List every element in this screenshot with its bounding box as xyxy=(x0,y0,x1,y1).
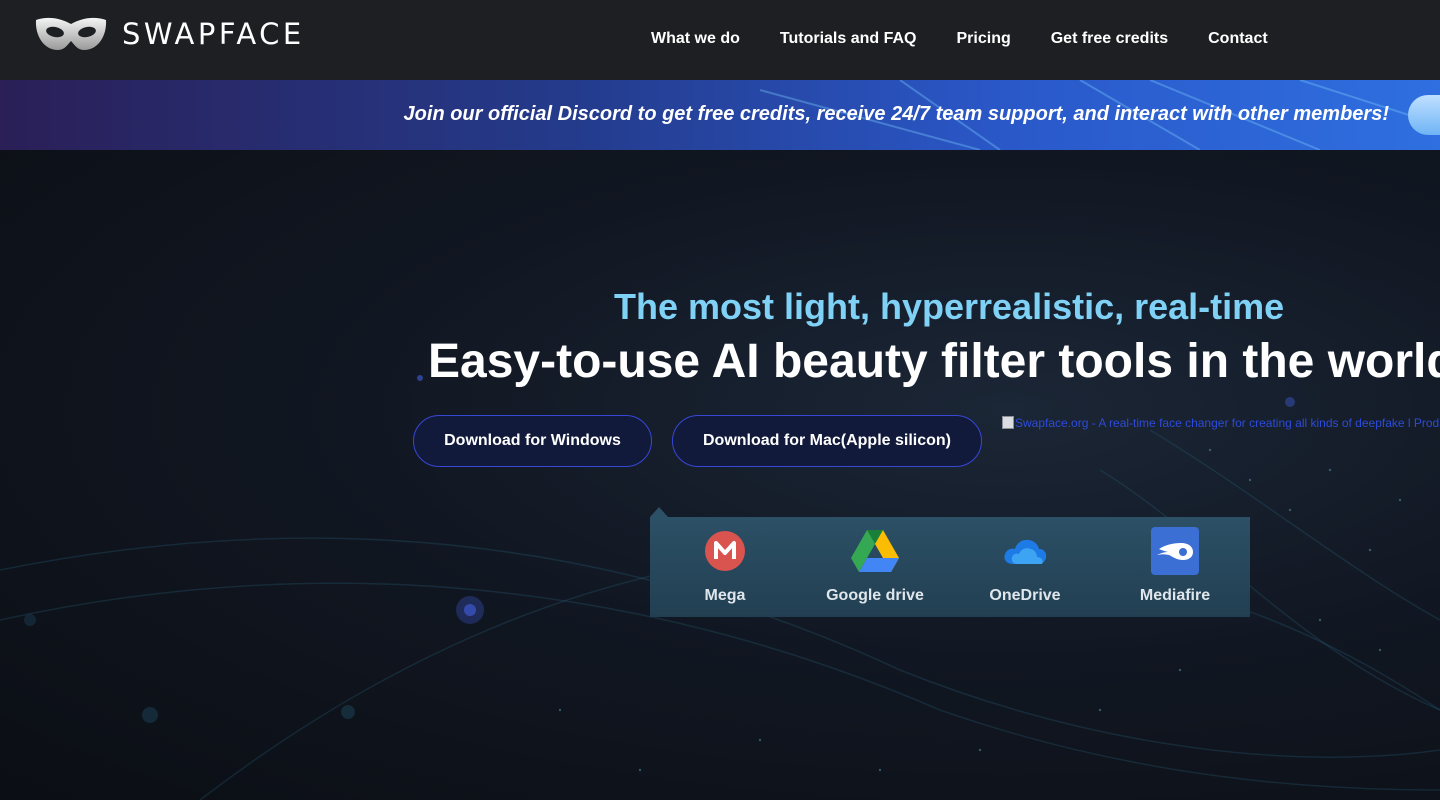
nav-pricing[interactable]: Pricing xyxy=(957,30,1011,48)
nav-what-we-do[interactable]: What we do xyxy=(651,30,740,48)
mirror-label: Mega xyxy=(704,587,746,604)
discord-banner-text: Join our official Discord to get free cr… xyxy=(403,103,1389,125)
mirror-label: Mediafire xyxy=(1139,587,1211,604)
mirror-mediafire[interactable]: Mediafire xyxy=(1100,527,1250,605)
brand-logo[interactable]: SWAPFACE xyxy=(34,14,305,54)
top-navigation: SWAPFACE What we do Tutorials and FAQ Pr… xyxy=(0,0,1440,80)
mirror-google-drive[interactable]: Google drive xyxy=(800,527,950,605)
discord-banner: Join our official Discord to get free cr… xyxy=(0,80,1440,150)
nav-get-free-credits[interactable]: Get free credits xyxy=(1051,30,1168,48)
mediafire-icon xyxy=(1151,527,1199,575)
mirror-label: OneDrive xyxy=(989,587,1061,604)
hero-section: The most light, hyperrealistic, real-tim… xyxy=(0,150,1440,800)
hero-title: Easy-to-use AI beauty filter tools in th… xyxy=(428,335,1440,388)
mirror-onedrive[interactable]: OneDrive xyxy=(950,527,1100,605)
nav-contact[interactable]: Contact xyxy=(1208,30,1268,48)
particle-background-decoration xyxy=(0,375,1440,800)
brand-name: SWAPFACE xyxy=(122,17,305,51)
broken-image-icon xyxy=(1002,416,1014,429)
mask-logo-icon xyxy=(35,17,107,51)
mirror-label: Google drive xyxy=(826,587,924,604)
download-windows-button[interactable]: Download for Windows xyxy=(413,415,652,467)
mirror-mega[interactable]: Mega xyxy=(650,527,800,605)
onedrive-icon xyxy=(1001,527,1049,575)
mirror-panel-pointer xyxy=(650,507,668,517)
mega-icon xyxy=(701,527,749,575)
download-mirrors-panel: Mega Google drive OneDrive Mediafire xyxy=(650,517,1250,617)
discord-join-button[interactable] xyxy=(1408,95,1440,135)
google-drive-icon xyxy=(851,527,899,575)
nav-menu: What we do Tutorials and FAQ Pricing Get… xyxy=(651,30,1308,48)
hero-subtitle: The most light, hyperrealistic, real-tim… xyxy=(614,286,1285,327)
nav-tutorials-faq[interactable]: Tutorials and FAQ xyxy=(780,30,917,48)
product-hunt-badge-link[interactable]: Swapface.org - A real-time face changer … xyxy=(1002,416,1440,432)
product-hunt-badge-alt-text: Swapface.org - A real-time face changer … xyxy=(1015,416,1440,430)
download-mac-button[interactable]: Download for Mac(Apple silicon) xyxy=(672,415,982,467)
